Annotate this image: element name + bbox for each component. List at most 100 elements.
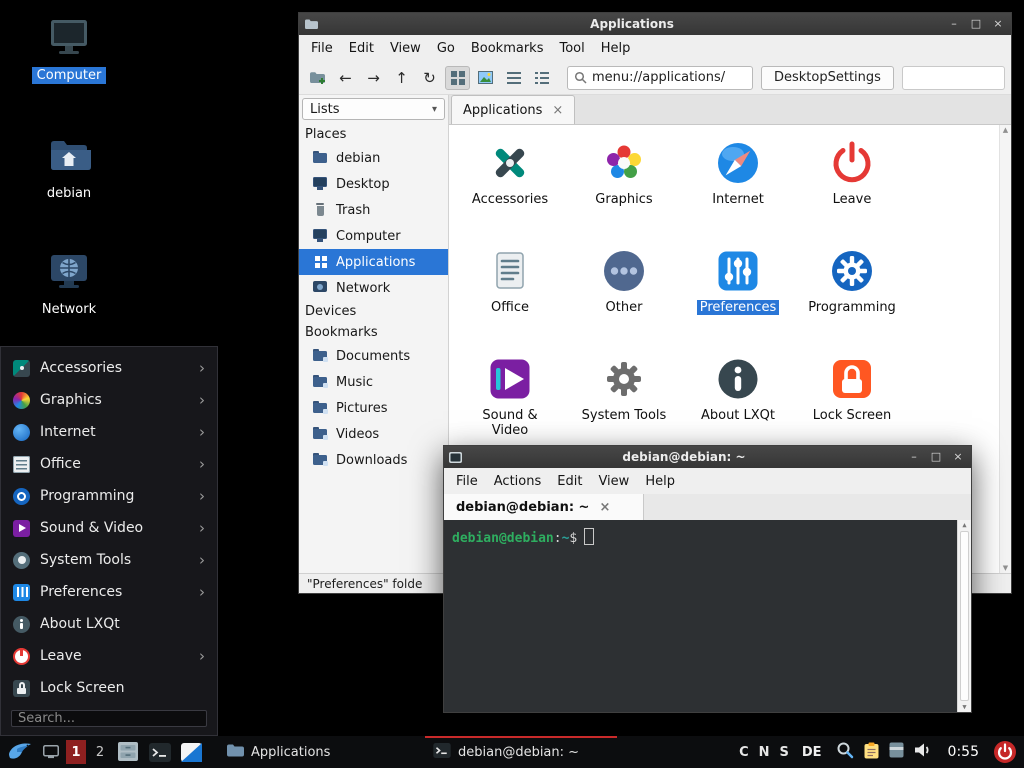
scrollbar-thumb[interactable] [960, 531, 969, 701]
sidebar-item-desktop[interactable]: Desktop [299, 171, 448, 197]
sidebar-mode-select[interactable]: Lists ▾ [302, 98, 445, 120]
workspace-1-button[interactable]: 1 [66, 740, 86, 764]
desktop-settings-button[interactable]: DesktopSettings [761, 66, 894, 90]
terminal-tab[interactable]: debian@debian: ~ × [444, 494, 644, 520]
grid-item-office[interactable]: Office [453, 247, 567, 355]
menu-item-leave[interactable]: Leave › [1, 640, 217, 672]
workspace-2-button[interactable]: 2 [90, 740, 110, 764]
refresh-button[interactable]: ↻ [417, 66, 442, 90]
forward-button[interactable]: → [361, 66, 386, 90]
menu-edit[interactable]: Edit [549, 471, 590, 492]
sidebar-item-pictures[interactable]: Pictures [299, 395, 448, 421]
sidebar-item-music[interactable]: Music [299, 369, 448, 395]
terminal-titlebar[interactable]: debian@debian: ~ – □ × [444, 446, 971, 468]
menu-item-internet[interactable]: Internet › [1, 416, 217, 448]
clipboard-tray-icon[interactable] [864, 742, 879, 763]
new-tab-button[interactable] [305, 66, 330, 90]
maximize-button[interactable]: □ [928, 450, 944, 464]
vertical-scrollbar[interactable]: ▲ ▼ [999, 125, 1011, 573]
menu-go[interactable]: Go [429, 38, 463, 59]
menu-file[interactable]: File [448, 471, 486, 492]
scroll-down-icon[interactable]: ▼ [962, 703, 966, 711]
menu-help[interactable]: Help [593, 38, 639, 59]
sidebar-item-downloads[interactable]: Downloads [299, 447, 448, 473]
menu-edit[interactable]: Edit [341, 38, 382, 59]
menu-item-office[interactable]: Office › [1, 448, 217, 480]
menu-item-preferences[interactable]: Preferences › [1, 576, 217, 608]
close-button[interactable]: × [950, 450, 966, 464]
desktop-icon-computer[interactable]: Computer [21, 18, 117, 84]
grid-item-other[interactable]: Other [567, 247, 681, 355]
menu-item-accessories[interactable]: Accessories › [1, 352, 217, 384]
icon-view-button[interactable] [445, 66, 470, 90]
grid-item-preferences[interactable]: Preferences [681, 247, 795, 355]
grid-item-label: System Tools [579, 408, 670, 423]
numlock-indicator[interactable]: N [759, 745, 770, 760]
grid-item-graphics[interactable]: Graphics [567, 139, 681, 247]
task-button-terminal[interactable]: debian@debian: ~ [425, 736, 625, 768]
minimize-button[interactable]: – [906, 450, 922, 464]
terminal-scrollbar[interactable]: ▲ ▼ [957, 520, 971, 712]
grid-item-internet[interactable]: Internet [681, 139, 795, 247]
desktop-icon-debian[interactable]: debian [21, 136, 117, 202]
compact-view-button[interactable] [501, 66, 526, 90]
menu-bookmarks[interactable]: Bookmarks [463, 38, 552, 59]
menu-tool[interactable]: Tool [551, 38, 592, 59]
terminal-launcher[interactable] [145, 737, 175, 767]
menu-item-programming[interactable]: Programming › [1, 480, 217, 512]
scrolllock-indicator[interactable]: S [780, 745, 789, 760]
menu-item-system-tools[interactable]: System Tools › [1, 544, 217, 576]
fm-titlebar[interactable]: Applications – □ × [299, 13, 1011, 35]
main-menu-button[interactable] [3, 737, 37, 767]
maximize-button[interactable]: □ [968, 17, 984, 31]
status-text: "Preferences" folde [307, 577, 422, 591]
screenshot-tray-icon[interactable] [836, 741, 854, 763]
menu-item-sound-video[interactable]: Sound & Video › [1, 512, 217, 544]
menu-view[interactable]: View [590, 471, 637, 492]
close-button[interactable]: × [990, 17, 1006, 31]
sidebar-item-network[interactable]: Network [299, 275, 448, 301]
path-input[interactable]: menu://applications/ [567, 66, 753, 90]
sidebar-item-videos[interactable]: Videos [299, 421, 448, 447]
sidebar-item-trash[interactable]: Trash [299, 197, 448, 223]
file-manager-launcher[interactable] [113, 737, 143, 767]
scroll-up-icon[interactable]: ▲ [962, 521, 966, 529]
menu-item-about-lxqt[interactable]: About LXQt [1, 608, 217, 640]
grid-item-accessories[interactable]: Accessories [453, 139, 567, 247]
grid-item-leave[interactable]: Leave [795, 139, 909, 247]
terminal-output[interactable]: debian@debian:~$ ▲ ▼ [444, 520, 971, 712]
volume-icon[interactable] [914, 742, 933, 762]
menu-view[interactable]: View [382, 38, 429, 59]
minimize-button[interactable]: – [946, 17, 962, 31]
keyboard-layout-indicator[interactable]: DE [802, 745, 822, 760]
menu-item-graphics[interactable]: Graphics › [1, 384, 217, 416]
back-button[interactable]: ← [333, 66, 358, 90]
archive-tray-icon[interactable] [889, 742, 904, 762]
menu-actions[interactable]: Actions [486, 471, 550, 492]
detailed-view-button[interactable] [529, 66, 554, 90]
capslock-indicator[interactable]: C [739, 745, 749, 760]
tab-close-icon[interactable]: × [599, 500, 610, 515]
scroll-down-icon[interactable]: ▼ [1003, 564, 1008, 572]
clock[interactable]: 0:55 [948, 744, 979, 760]
sidebar-item-computer[interactable]: Computer [299, 223, 448, 249]
grid-item-programming[interactable]: Programming [795, 247, 909, 355]
leave-button[interactable] [989, 737, 1021, 767]
menu-help[interactable]: Help [637, 471, 683, 492]
sidebar-item-debian[interactable]: debian [299, 145, 448, 171]
menu-file[interactable]: File [303, 38, 341, 59]
desktop-icon-network[interactable]: Network [21, 252, 117, 318]
tab-close-icon[interactable]: × [552, 103, 563, 118]
task-button-applications[interactable]: Applications [218, 736, 418, 768]
menu-item-lock-screen[interactable]: Lock Screen [1, 672, 217, 704]
sidebar-item-documents[interactable]: Documents [299, 343, 448, 369]
show-desktop-button[interactable] [39, 737, 63, 767]
sidebar-item-applications[interactable]: Applications [299, 249, 448, 275]
scroll-up-icon[interactable]: ▲ [1003, 126, 1008, 134]
up-button[interactable]: ↑ [389, 66, 414, 90]
editor-launcher[interactable] [177, 737, 206, 767]
thumbnail-view-button[interactable] [473, 66, 498, 90]
computer-icon [313, 229, 329, 243]
tab-applications[interactable]: Applications × [451, 95, 575, 124]
menu-search-input[interactable] [11, 710, 207, 727]
